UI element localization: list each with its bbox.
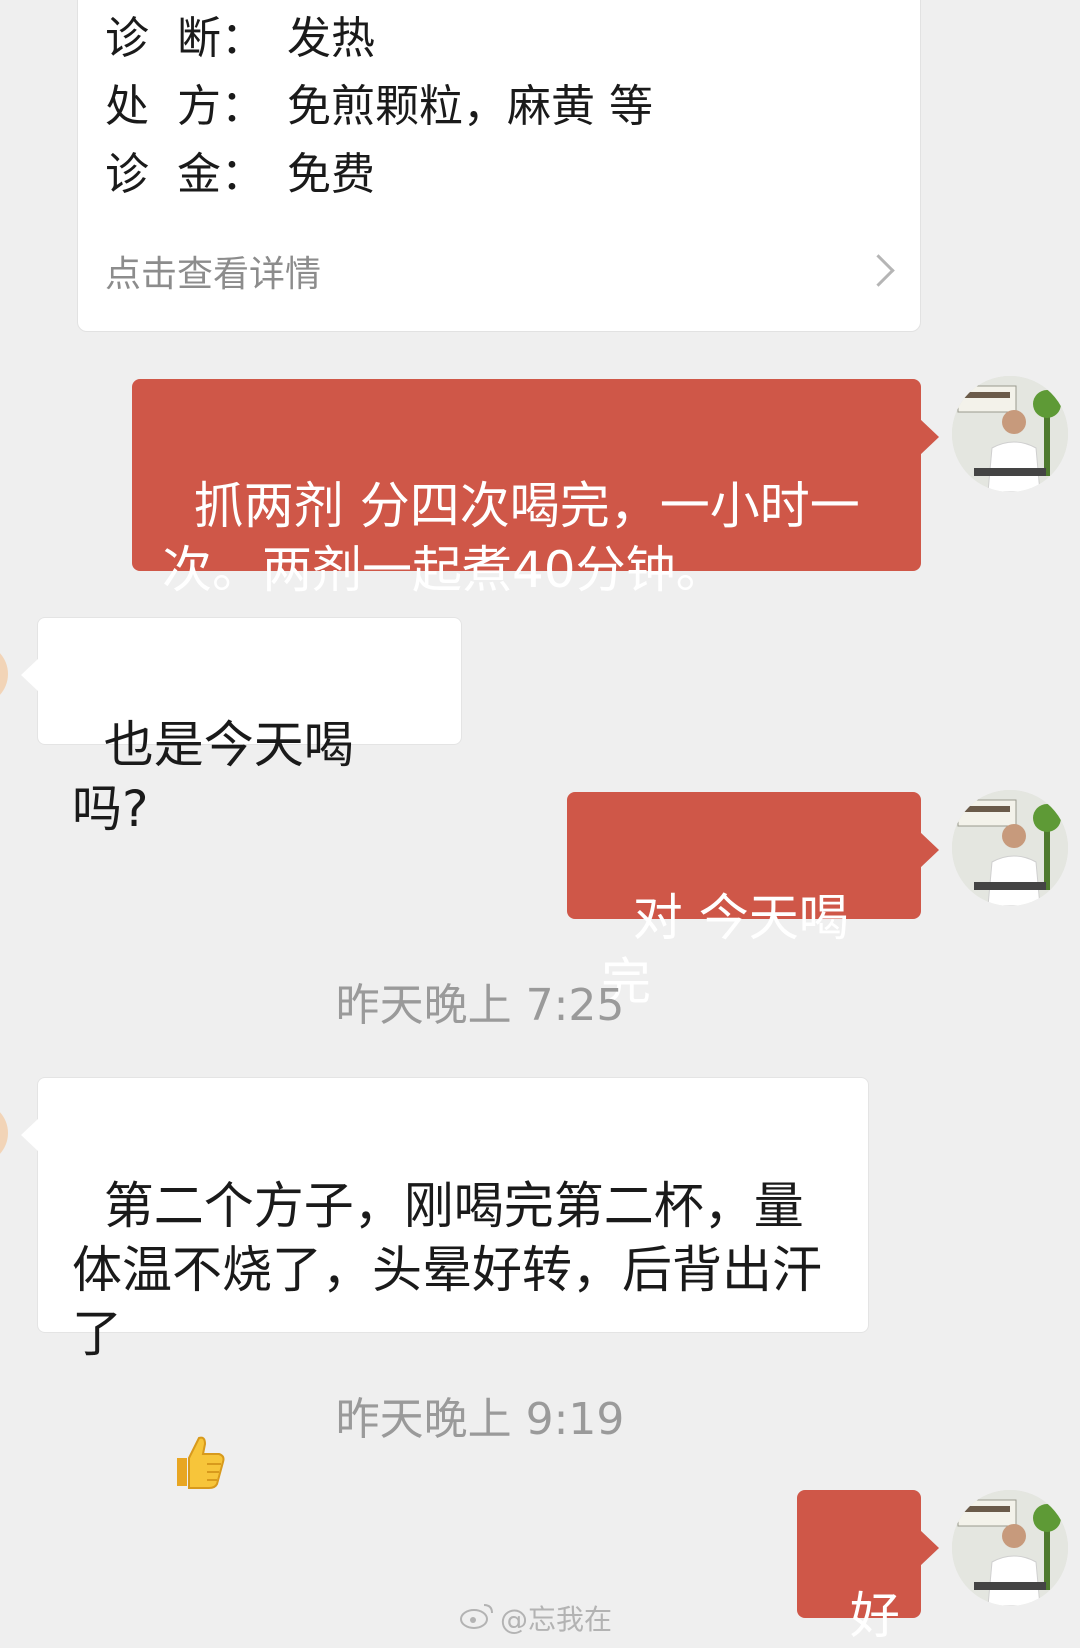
message-bubble-outgoing[interactable]: 好	[797, 1490, 939, 1645]
message-text: 第二个方子，刚喝完第二杯，量体温不烧了，头晕好转，后背出汗了	[72, 1177, 822, 1363]
doctor-photo-icon	[952, 376, 1068, 492]
doctor-photo-icon	[952, 790, 1068, 906]
doctor-avatar[interactable]	[952, 1490, 1068, 1606]
doctor-avatar[interactable]	[952, 376, 1068, 492]
prescription-row: 处 方： 免煎颗粒，麻黄 等	[105, 79, 653, 135]
timestamp: 昨天晚上 7:25	[335, 980, 625, 1031]
message-text: 抓两剂 分四次喝完，一小时一次。两剂一起煮40分钟。	[162, 477, 860, 599]
chevron-right-icon	[862, 254, 895, 287]
message-text: 也是今天喝吗?	[72, 716, 354, 838]
watermark: @忘我在	[460, 1598, 612, 1638]
prescription-value: 免煎颗粒，麻黄 等	[287, 81, 653, 132]
doctor-avatar[interactable]	[952, 790, 1068, 906]
fee-label: 诊 金：	[105, 149, 265, 200]
weibo-logo-icon	[460, 1601, 494, 1636]
diagnosis-value: 发热	[287, 13, 375, 64]
patient-avatar[interactable]	[0, 643, 8, 705]
message-bubble-incoming[interactable]: 也是今天喝吗?	[21, 617, 462, 838]
fee-value: 免费	[287, 149, 375, 200]
fee-row: 诊 金： 免费	[105, 147, 375, 203]
diagnosis-label: 诊 断：	[105, 13, 265, 64]
prescription-card[interactable]: 诊 断： 发热 处 方： 免煎颗粒，麻黄 等 诊 金： 免费 点击查看详情	[77, 0, 921, 332]
timestamp: 昨天晚上 9:19	[335, 1394, 625, 1445]
patient-avatar[interactable]	[0, 1102, 8, 1164]
message-bubble-outgoing[interactable]: 抓两剂 分四次喝完，一小时一次。两剂一起煮40分钟。	[132, 379, 939, 599]
diagnosis-row: 诊 断： 发热	[105, 11, 375, 67]
message-bubble-outgoing[interactable]: 对 今天喝完	[567, 792, 939, 1011]
view-details-link[interactable]: 点击查看详情	[105, 253, 321, 297]
prescription-label: 处 方：	[105, 81, 265, 132]
message-bubble-incoming[interactable]: 第二个方子，刚喝完第二杯，量体温不烧了，头晕好转，后背出汗了	[21, 1077, 869, 1489]
watermark-text: @忘我在	[500, 1603, 613, 1636]
doctor-photo-icon	[952, 1490, 1068, 1606]
message-text: 好	[849, 1587, 900, 1645]
